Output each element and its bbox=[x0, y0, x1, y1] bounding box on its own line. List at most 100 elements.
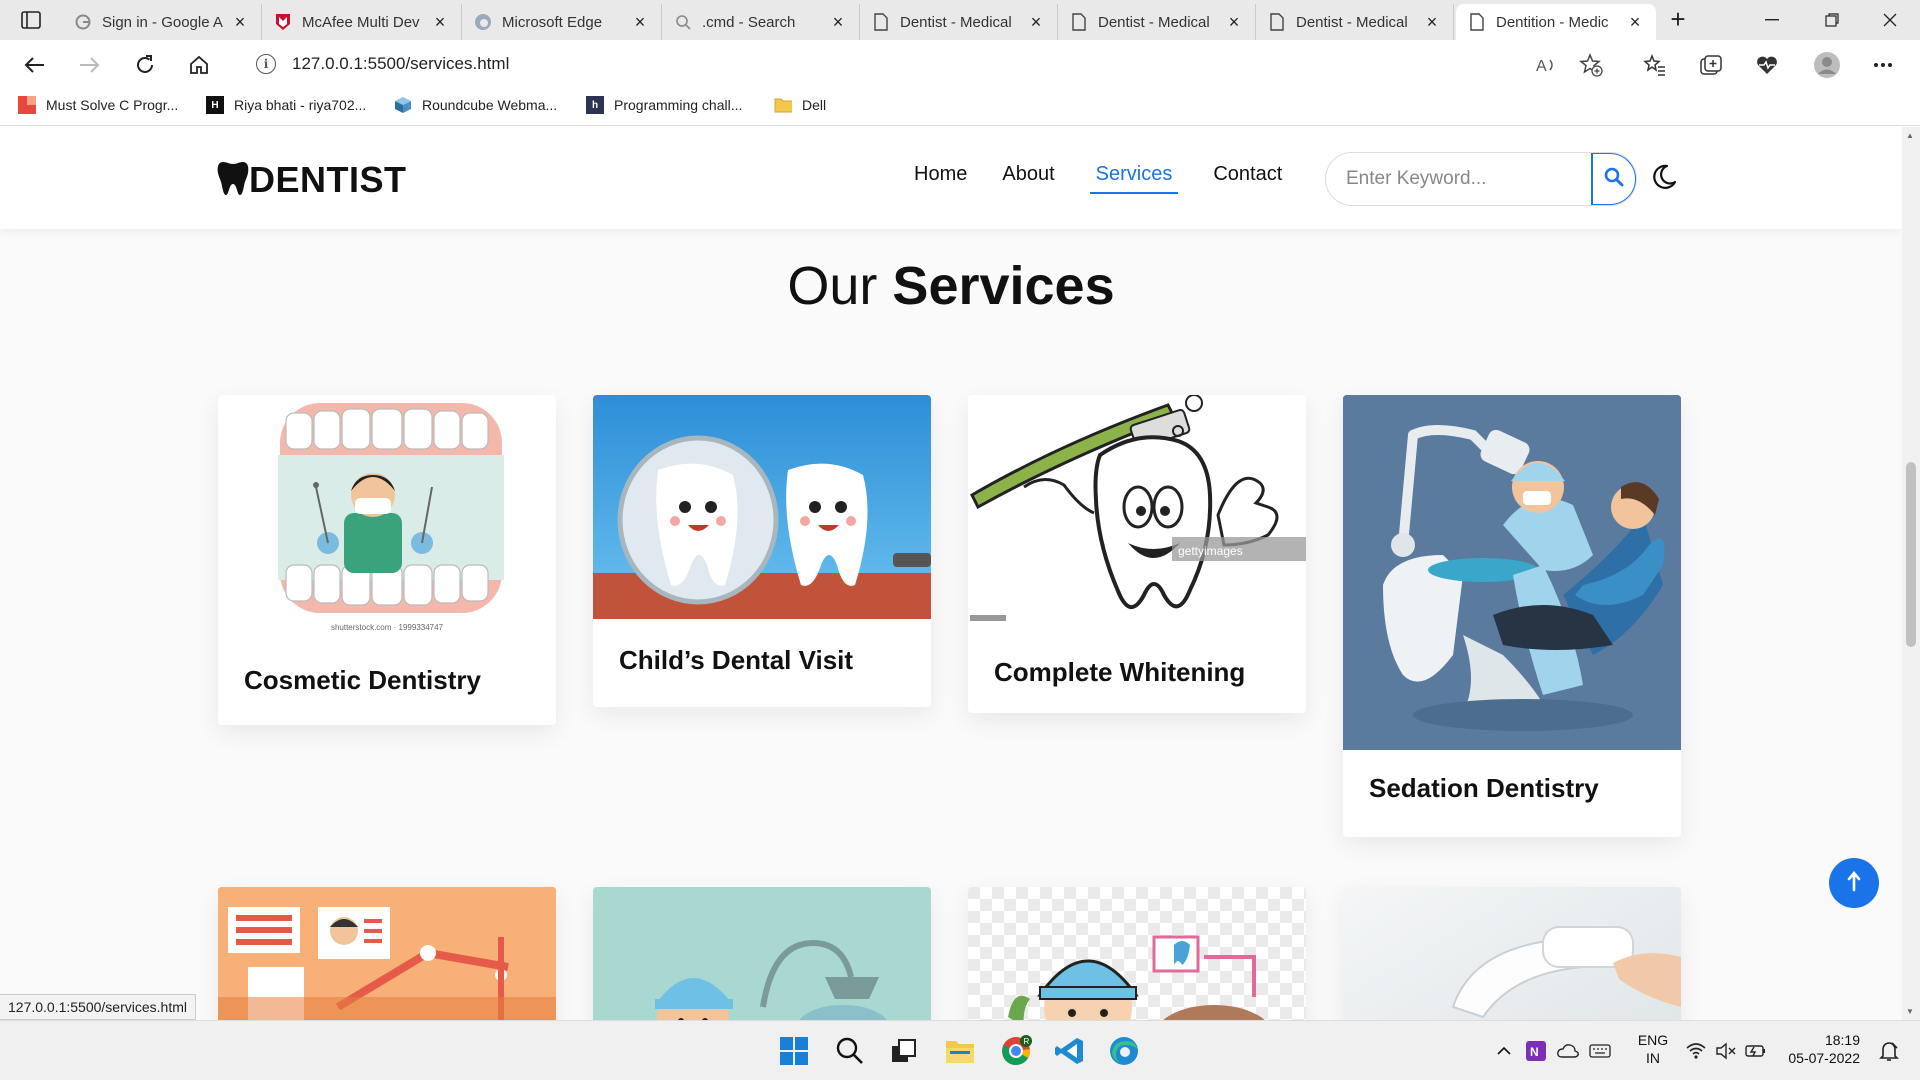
bookmark-hackerearth[interactable]: h Programming chall... bbox=[586, 96, 742, 114]
battery-icon[interactable] bbox=[1744, 1035, 1768, 1067]
bookmarks-bar: Must Solve C Progr... H Riya bhati - riy… bbox=[0, 88, 1920, 126]
new-tab-button[interactable]: + bbox=[1664, 6, 1692, 34]
nav-contact[interactable]: Contact bbox=[1213, 163, 1282, 194]
bookmark-must-solve[interactable]: Must Solve C Progr... bbox=[18, 96, 178, 114]
service-card-row2-3[interactable] bbox=[968, 887, 1306, 1020]
tab-microsoft-edge[interactable]: Microsoft Edge × bbox=[462, 4, 662, 40]
site-info-icon[interactable]: i bbox=[256, 54, 276, 74]
forward-arrow-icon[interactable] bbox=[72, 48, 106, 82]
collections-icon[interactable] bbox=[1694, 48, 1728, 82]
language-indicator[interactable]: ENG IN bbox=[1634, 1031, 1672, 1067]
tab-mcafee[interactable]: McAfee Multi Dev × bbox=[262, 4, 462, 40]
search-input[interactable] bbox=[1326, 153, 1591, 205]
chevron-up-icon[interactable] bbox=[1494, 1035, 1514, 1067]
scroll-down-arrow-icon[interactable]: ▼ bbox=[1906, 1007, 1914, 1016]
notification-bell-icon[interactable] bbox=[1874, 1035, 1904, 1067]
svg-text:N: N bbox=[1530, 1045, 1539, 1059]
tab-actions-icon[interactable] bbox=[14, 8, 48, 32]
nav-home[interactable]: Home bbox=[914, 163, 967, 194]
close-icon[interactable]: × bbox=[431, 12, 449, 33]
service-image bbox=[1343, 887, 1681, 1020]
search-icon bbox=[674, 13, 692, 31]
service-card-row2-4[interactable] bbox=[1343, 887, 1681, 1020]
tooth-icon bbox=[217, 160, 249, 201]
nav-services[interactable]: Services bbox=[1089, 163, 1179, 194]
red-grid-icon bbox=[18, 96, 36, 114]
url-field[interactable]: i 127.0.0.1:5500/services.html bbox=[238, 46, 1620, 82]
wifi-icon[interactable] bbox=[1684, 1035, 1708, 1067]
service-card-row2-1[interactable] bbox=[218, 887, 556, 1020]
service-card-cosmetic[interactable]: shutterstock.com · 1999334747 Cosmetic D… bbox=[218, 395, 556, 725]
scroll-up-arrow-icon[interactable]: ▲ bbox=[1906, 131, 1914, 140]
bookmark-hackerrank[interactable]: H Riya bhati - riya702... bbox=[206, 96, 366, 114]
tab-dentition-active[interactable]: Dentition - Medic × bbox=[1456, 4, 1656, 40]
windows-start-icon[interactable] bbox=[778, 1035, 810, 1067]
url-text: 127.0.0.1:5500/services.html bbox=[292, 54, 510, 73]
scroll-to-top-button[interactable] bbox=[1829, 858, 1879, 908]
read-aloud-icon[interactable]: A bbox=[1530, 48, 1564, 82]
bookmark-label: Dell bbox=[802, 97, 827, 113]
profile-avatar[interactable] bbox=[1810, 48, 1844, 82]
close-icon[interactable]: × bbox=[1027, 12, 1045, 33]
service-card-row2-2[interactable] bbox=[593, 887, 931, 1020]
close-icon[interactable]: × bbox=[231, 12, 249, 33]
add-favorite-icon[interactable] bbox=[1574, 48, 1608, 82]
site-logo[interactable]: DENTIST bbox=[217, 159, 407, 201]
bookmark-roundcube[interactable]: Roundcube Webma... bbox=[394, 96, 557, 114]
onenote-icon[interactable]: N bbox=[1524, 1035, 1548, 1067]
more-menu-icon[interactable] bbox=[1866, 48, 1900, 82]
bookmark-label: Riya bhati - riya702... bbox=[234, 97, 367, 113]
page-scrollbar[interactable]: ▲ ▼ bbox=[1902, 127, 1920, 1020]
chrome-icon[interactable]: R bbox=[1000, 1035, 1032, 1067]
favorites-icon[interactable] bbox=[1638, 48, 1672, 82]
speaker-muted-icon[interactable] bbox=[1714, 1035, 1738, 1067]
page-viewport: DENTIST Home About Services Contact Our … bbox=[0, 127, 1902, 1020]
svg-text:R: R bbox=[1024, 1037, 1030, 1046]
minimize-button[interactable] bbox=[1744, 0, 1800, 40]
page-icon bbox=[872, 13, 890, 31]
region-code: IN bbox=[1646, 1050, 1660, 1066]
moon-icon[interactable] bbox=[1648, 161, 1680, 193]
back-arrow-icon[interactable] bbox=[18, 48, 52, 82]
clock[interactable]: 18:19 05-07-2022 bbox=[1778, 1031, 1860, 1067]
tab-dentist-3[interactable]: Dentist - Medical × bbox=[1256, 4, 1454, 40]
refresh-icon[interactable] bbox=[128, 48, 162, 82]
service-card-sedation[interactable]: Sedation Dentistry bbox=[1343, 395, 1681, 837]
restore-button[interactable] bbox=[1804, 0, 1860, 40]
vscode-icon[interactable] bbox=[1054, 1035, 1086, 1067]
tab-cmd-search[interactable]: .cmd - Search × bbox=[662, 4, 860, 40]
bookmark-folder-dell[interactable]: Dell bbox=[774, 96, 826, 114]
bookmark-label: Roundcube Webma... bbox=[422, 97, 558, 113]
browser-tab-bar: Sign in - Google A × McAfee Multi Dev × … bbox=[0, 0, 1920, 40]
close-window-button[interactable] bbox=[1862, 0, 1918, 40]
search-icon bbox=[1604, 167, 1624, 192]
close-icon[interactable]: × bbox=[1423, 12, 1441, 33]
tab-dentist-2[interactable]: Dentist - Medical × bbox=[1058, 4, 1256, 40]
service-card-child[interactable]: Child’s Dental Visit bbox=[593, 395, 931, 707]
browser-essentials-icon[interactable] bbox=[1750, 48, 1784, 82]
tab-dentist-1[interactable]: Dentist - Medical × bbox=[860, 4, 1058, 40]
address-bar-row: i 127.0.0.1:5500/services.html A bbox=[0, 40, 1920, 88]
tab-title: McAfee Multi Dev bbox=[302, 13, 420, 31]
task-view-icon[interactable] bbox=[888, 1035, 920, 1067]
service-card-whitening[interactable]: gettyimages Complete Whitening bbox=[968, 395, 1306, 713]
edge-icon bbox=[474, 13, 492, 31]
title-bold: Services bbox=[892, 256, 1115, 316]
search-icon[interactable] bbox=[834, 1035, 866, 1067]
scrollbar-thumb[interactable] bbox=[1906, 462, 1916, 647]
close-icon[interactable]: × bbox=[1626, 12, 1644, 33]
edge-icon[interactable] bbox=[1108, 1035, 1140, 1067]
service-image bbox=[593, 395, 931, 619]
close-icon[interactable]: × bbox=[631, 12, 649, 33]
home-icon[interactable] bbox=[182, 48, 216, 82]
onedrive-icon[interactable] bbox=[1556, 1035, 1580, 1067]
close-icon[interactable]: × bbox=[829, 12, 847, 33]
close-icon[interactable]: × bbox=[1225, 12, 1243, 33]
folder-icon bbox=[774, 96, 792, 114]
file-explorer-icon[interactable] bbox=[944, 1035, 976, 1067]
keyboard-icon[interactable] bbox=[1588, 1035, 1612, 1067]
tab-google-signin[interactable]: Sign in - Google A × bbox=[62, 4, 262, 40]
nav-about[interactable]: About bbox=[1002, 163, 1054, 194]
search-button[interactable] bbox=[1591, 153, 1636, 205]
service-image: gettyimages bbox=[968, 395, 1306, 627]
